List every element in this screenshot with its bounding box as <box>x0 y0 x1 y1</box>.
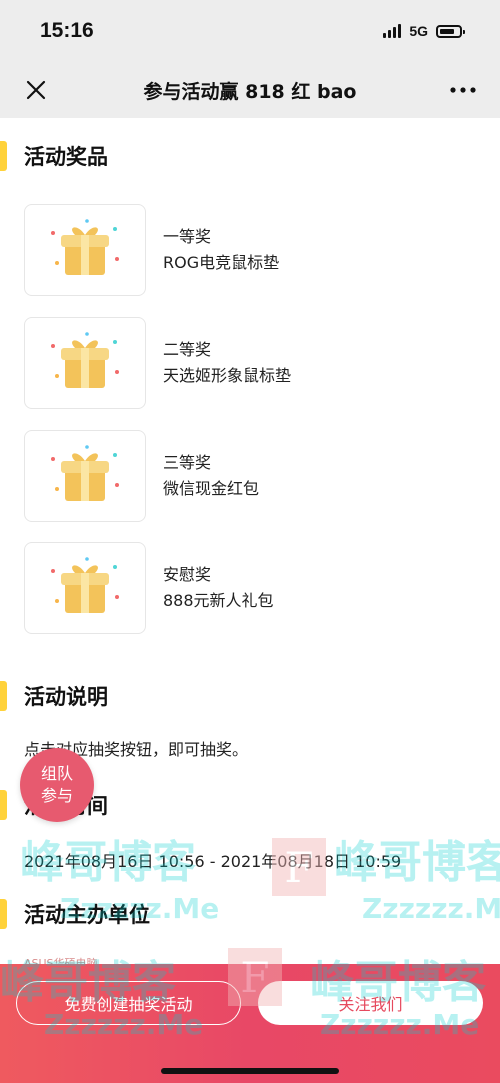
section-description-header: 活动说明 <box>0 681 108 711</box>
create-lottery-button[interactable]: 免费创建抽奖活动 <box>16 981 241 1025</box>
prize-item: 安慰奖 888元新人礼包 <box>24 542 494 634</box>
network-label: 5G <box>409 23 428 39</box>
status-bar: 15:16 5G <box>0 0 500 62</box>
page-title: 参与活动赢 818 红 bao <box>143 80 357 103</box>
prize-name: 微信现金红包 <box>163 479 260 498</box>
activity-time-range: 2021年08月16日 10:56 - 2021年08月18日 10:59 <box>24 852 402 871</box>
close-icon[interactable] <box>22 76 50 104</box>
more-icon[interactable] <box>448 76 478 104</box>
section-prizes-header: 活动奖品 <box>0 141 108 171</box>
nav-bar: 参与活动赢 818 红 bao <box>0 62 500 118</box>
section-accent-bar <box>0 681 7 711</box>
gift-box-icon <box>24 317 146 409</box>
section-title-organizer: 活动主办单位 <box>24 903 150 927</box>
signal-icon <box>383 24 402 38</box>
prize-name: 888元新人礼包 <box>163 591 274 610</box>
section-title-prizes: 活动奖品 <box>24 145 108 169</box>
section-accent-bar <box>0 790 7 820</box>
prize-text: 二等奖 天选姬形象鼠标垫 <box>163 337 291 389</box>
home-indicator[interactable] <box>161 1068 339 1074</box>
gift-box-icon <box>24 204 146 296</box>
battery-icon <box>436 24 465 38</box>
prize-item: 二等奖 天选姬形象鼠标垫 <box>24 317 494 409</box>
prize-item: 三等奖 微信现金红包 <box>24 430 494 522</box>
section-accent-bar <box>0 899 7 929</box>
prize-level: 安慰奖 <box>163 565 212 584</box>
prize-item: 一等奖 ROG电竞鼠标垫 <box>24 204 494 296</box>
prize-name: ROG电竞鼠标垫 <box>163 253 280 272</box>
status-time: 15:16 <box>40 19 94 42</box>
prize-text: 三等奖 微信现金红包 <box>163 450 259 502</box>
section-organizer-header: 活动主办单位 <box>0 899 150 929</box>
prize-text: 一等奖 ROG电竞鼠标垫 <box>163 224 279 276</box>
section-title-description: 活动说明 <box>24 685 108 709</box>
team-join-line2: 参与 <box>40 786 73 805</box>
watermark-domain: Zzzzzz.Me <box>362 892 500 925</box>
bottom-action-bar: 免费创建抽奖活动 关注我们 <box>0 964 500 1083</box>
prize-name: 天选姬形象鼠标垫 <box>163 366 292 385</box>
prize-text: 安慰奖 888元新人礼包 <box>163 562 274 614</box>
team-join-button[interactable]: 组队 参与 <box>20 748 94 822</box>
status-icons: 5G <box>383 23 465 39</box>
section-accent-bar <box>0 141 7 171</box>
prize-level: 三等奖 <box>163 453 212 472</box>
team-join-line1: 组队 <box>40 764 73 783</box>
follow-us-button[interactable]: 关注我们 <box>258 981 483 1025</box>
prize-level: 二等奖 <box>163 340 212 359</box>
prize-level: 一等奖 <box>163 227 212 246</box>
gift-box-icon <box>24 430 146 522</box>
gift-box-icon <box>24 542 146 634</box>
